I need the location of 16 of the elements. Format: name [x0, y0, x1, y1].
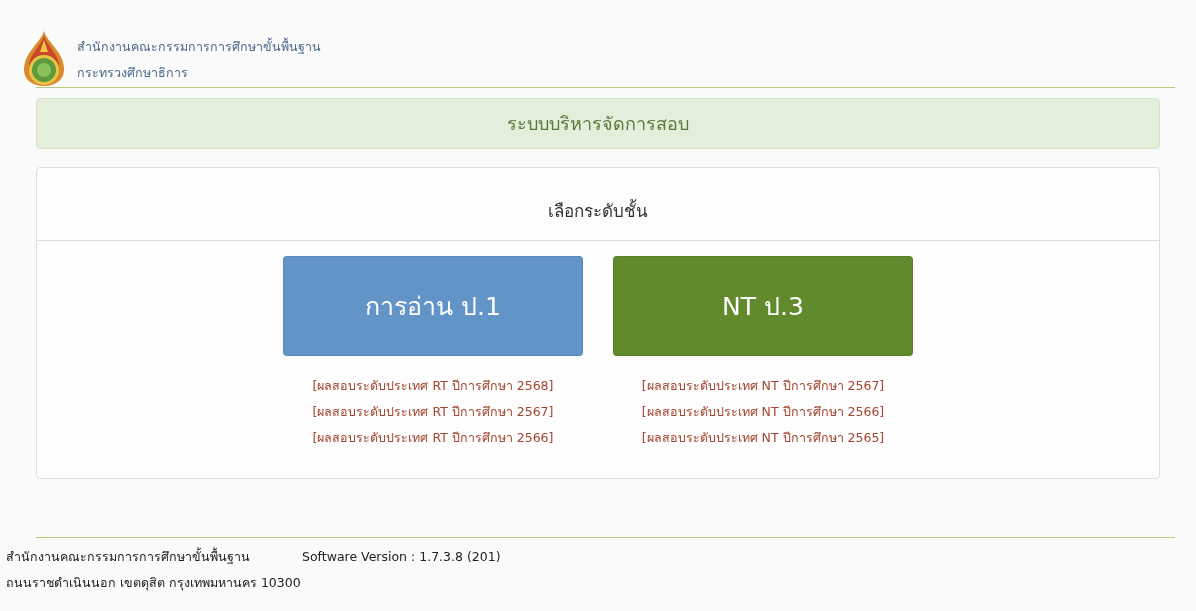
- panel-heading: เลือกระดับชั้น: [548, 198, 648, 223]
- system-title-banner: ระบบบริหารจัดการสอบ: [36, 98, 1160, 149]
- result-link[interactable]: [ผลสอบระดับประเทศ RT ปีการศึกษา 2566]: [312, 425, 554, 451]
- level-button[interactable]: NT ป.3: [613, 256, 913, 356]
- emblem-icon: [24, 30, 64, 86]
- footer-address: ถนนราชดำเนินนอก เขตดุสิต กรุงเทพมหานคร 10300: [6, 574, 301, 593]
- footer-organization: สำนักงานคณะกรรมการการศึกษาขั้นพื้นฐาน: [6, 546, 250, 566]
- result-link[interactable]: [ผลสอบระดับประเทศ NT ปีการศึกษา 2565]: [641, 425, 885, 451]
- result-link[interactable]: [ผลสอบระดับประเทศ NT ปีการศึกษา 2567]: [641, 373, 885, 399]
- ministry-name: กระทรวงศึกษาธิการ: [77, 64, 189, 82]
- organization-name: สำนักงานคณะกรรมการการศึกษาขั้นพื้นฐาน: [77, 36, 321, 56]
- level-button[interactable]: การอ่าน ป.1: [283, 256, 583, 356]
- software-version: Software Version : 1.7.3.8 (201): [302, 548, 501, 566]
- result-link[interactable]: [ผลสอบระดับประเทศ NT ปีการศึกษา 2566]: [641, 399, 885, 425]
- result-link[interactable]: [ผลสอบระดับประเทศ RT ปีการศึกษา 2568]: [312, 373, 554, 399]
- result-link[interactable]: [ผลสอบระดับประเทศ RT ปีการศึกษา 2567]: [312, 399, 554, 425]
